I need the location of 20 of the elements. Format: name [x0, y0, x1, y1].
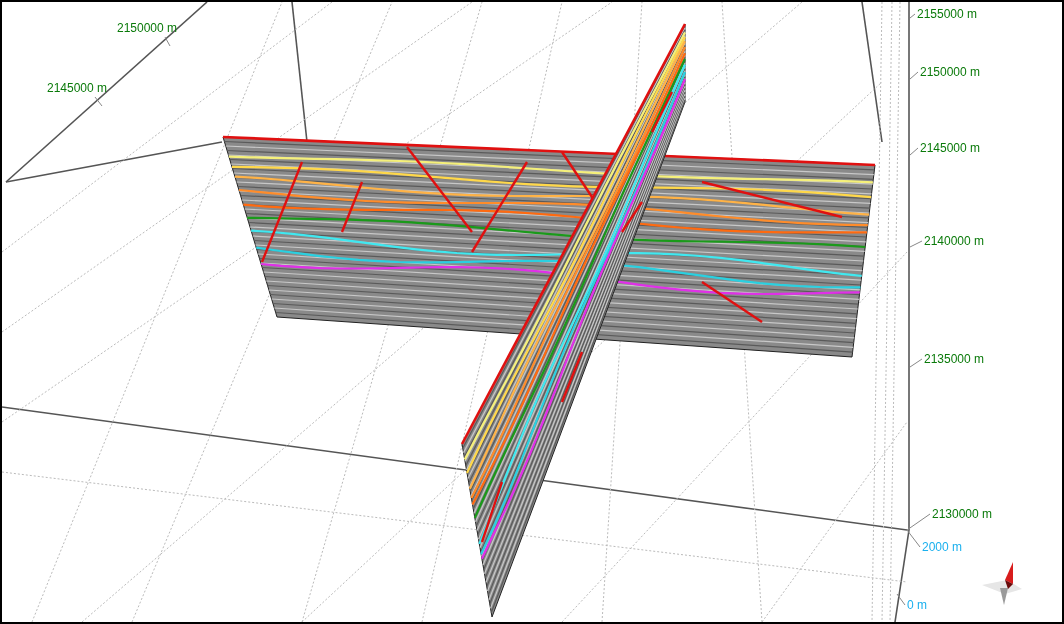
3d-viewport[interactable]: 2150000 m 2145000 m 2155000 m 2150000 m 2145000 m 2140000 m 2135000 m 2130000 m 2000 m 0 m — [0, 0, 1064, 624]
axis-label: 2150000 m — [117, 21, 178, 35]
leader-line — [909, 13, 916, 19]
axis-label: 2130000 m — [932, 507, 993, 521]
axis-label: 2140000 m — [924, 234, 985, 248]
north-arrow-icon — [982, 562, 1022, 605]
axis-label: 2145000 m — [47, 81, 108, 95]
leader-line — [164, 36, 171, 47]
leader-line — [94, 96, 103, 107]
leader-line — [896, 593, 906, 606]
leader-line — [909, 71, 919, 80]
leader-line — [909, 147, 919, 156]
leader-line — [909, 358, 923, 368]
axis-label: 2155000 m — [917, 7, 978, 21]
axis-label: 2000 m — [922, 540, 963, 554]
axis-label: 2135000 m — [924, 352, 985, 366]
axis-label: 2145000 m — [920, 141, 981, 155]
axis-label: 0 m — [907, 598, 927, 612]
axis-label: 2150000 m — [920, 65, 981, 79]
leader-line — [909, 240, 923, 248]
